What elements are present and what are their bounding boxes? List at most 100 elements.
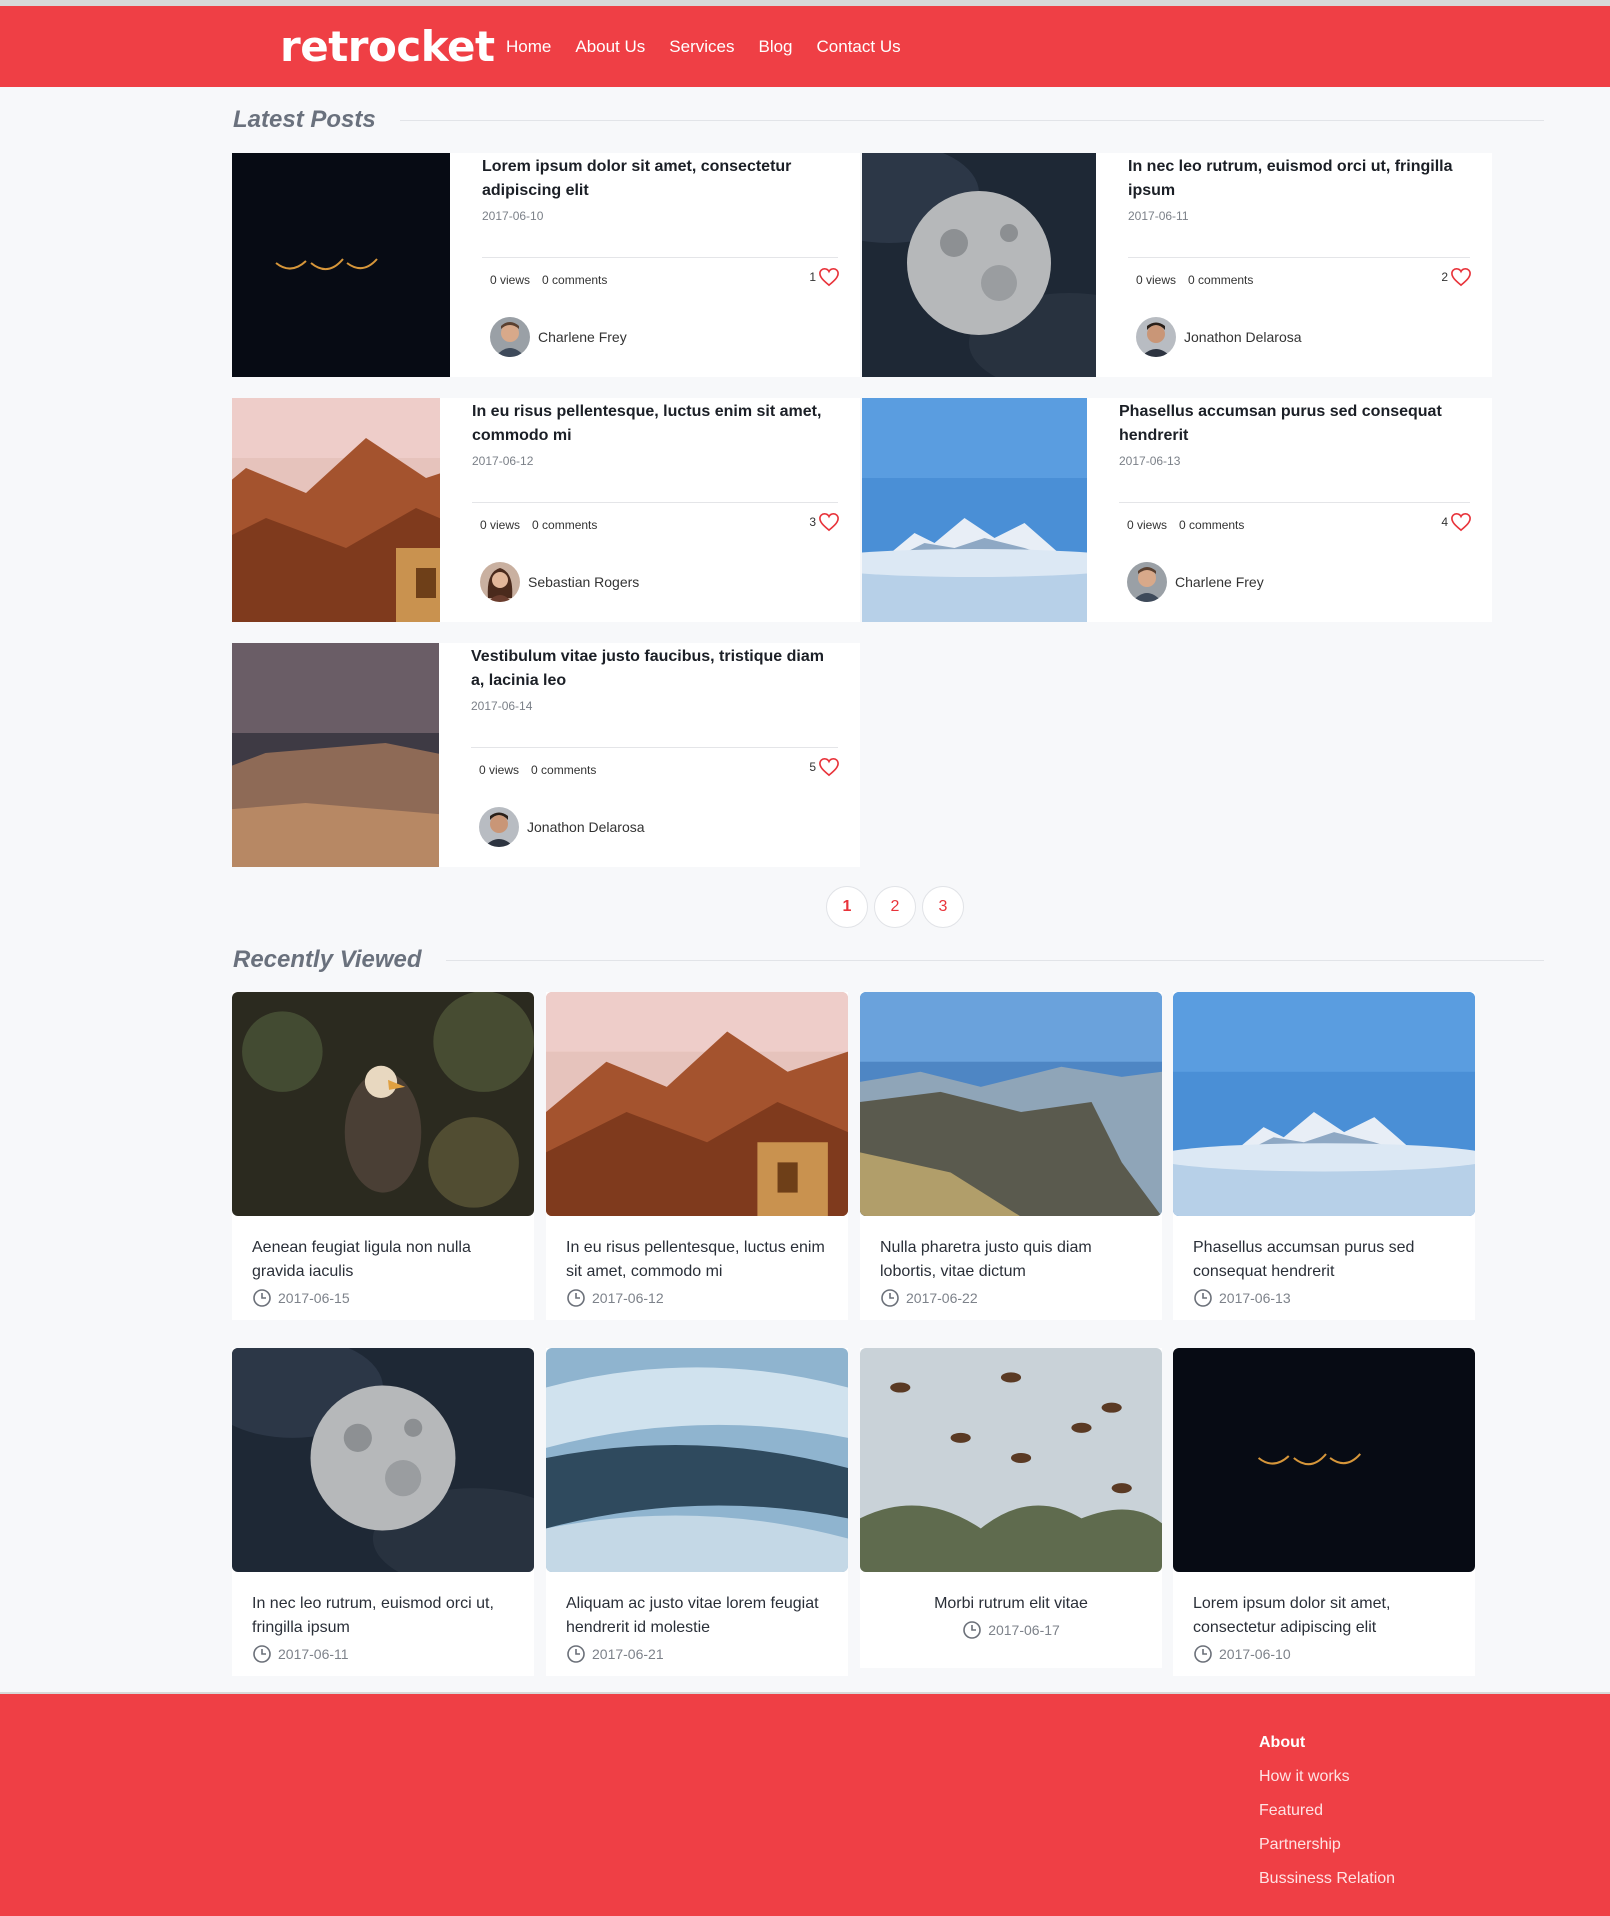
recent-image[interactable] <box>232 1348 534 1572</box>
nav-services[interactable]: Services <box>669 37 734 57</box>
post-title[interactable]: In nec leo rutrum, euismod orci ut, frin… <box>1128 155 1470 203</box>
nav-home[interactable]: Home <box>506 37 551 57</box>
clock-icon <box>566 1288 586 1308</box>
recent-title[interactable]: Nulla pharetra justo quis diam lobortis,… <box>860 1216 1162 1284</box>
post-card[interactable]: In nec leo rutrum, euismod orci ut, frin… <box>862 153 1492 377</box>
recent-date: 2017-06-15 <box>232 1284 534 1320</box>
recent-title[interactable]: Morbi rutrum elit vitae <box>860 1572 1162 1616</box>
like-count: 4 <box>1441 515 1448 529</box>
footer-link-how-it-works[interactable]: How it works <box>1259 1768 1395 1786</box>
post-image[interactable] <box>232 153 450 377</box>
post-image[interactable] <box>862 398 1087 622</box>
footer-link-business-relation[interactable]: Bussiness Relation <box>1259 1870 1395 1888</box>
recent-title[interactable]: In eu risus pellentesque, luctus enim si… <box>546 1216 848 1284</box>
recent-card[interactable]: Aliquam ac justo vitae lorem feugiat hen… <box>546 1348 848 1676</box>
post-comments: 0 comments <box>542 273 608 287</box>
site-footer: About How it works Featured Partnership … <box>0 1692 1610 1916</box>
recent-image[interactable] <box>860 992 1162 1216</box>
recent-date-text: 2017-06-22 <box>906 1290 978 1306</box>
recent-card[interactable]: Nulla pharetra justo quis diam lobortis,… <box>860 992 1162 1320</box>
recent-image[interactable] <box>546 1348 848 1572</box>
footer-link-partnership[interactable]: Partnership <box>1259 1836 1395 1854</box>
nav-contact-us[interactable]: Contact Us <box>817 37 901 57</box>
post-card[interactable]: Lorem ipsum dolor sit amet, consectetur … <box>232 153 860 377</box>
post-views: 0 views <box>490 273 531 287</box>
nav-about-us[interactable]: About Us <box>575 37 645 57</box>
heart-icon[interactable] <box>1450 512 1472 532</box>
avatar <box>1136 317 1176 357</box>
avatar <box>480 562 520 602</box>
post-views: 0 views <box>480 518 521 532</box>
avatar <box>479 807 519 847</box>
post-title[interactable]: Phasellus accumsan purus sed consequat h… <box>1119 400 1470 448</box>
recent-image[interactable] <box>546 992 848 1216</box>
logo[interactable]: retrocket <box>280 22 495 71</box>
like-button[interactable]: 5 <box>809 757 840 777</box>
post-author[interactable]: Charlene Frey <box>1127 562 1264 602</box>
post-image[interactable] <box>232 398 440 622</box>
page-1-button[interactable]: 1 <box>826 886 868 928</box>
recent-card[interactable]: Phasellus accumsan purus sed consequat h… <box>1173 992 1475 1320</box>
post-comments: 0 comments <box>1179 518 1245 532</box>
like-count: 1 <box>809 270 816 284</box>
recent-date-text: 2017-06-17 <box>988 1622 1060 1638</box>
author-name[interactable]: Jonathon Delarosa <box>1184 329 1302 345</box>
recent-card[interactable]: In eu risus pellentesque, luctus enim si… <box>546 992 848 1320</box>
heart-icon[interactable] <box>818 267 840 287</box>
recent-image[interactable] <box>232 992 534 1216</box>
recent-image[interactable] <box>1173 992 1475 1216</box>
recent-date-text: 2017-06-11 <box>278 1646 349 1662</box>
heart-icon[interactable] <box>818 512 840 532</box>
post-title[interactable]: Vestibulum vitae justo faucibus, tristiq… <box>471 645 838 693</box>
recent-title[interactable]: Aenean feugiat ligula non nulla gravida … <box>232 1216 534 1284</box>
post-image[interactable] <box>862 153 1096 377</box>
recent-card[interactable]: Aenean feugiat ligula non nulla gravida … <box>232 992 534 1320</box>
post-author[interactable]: Jonathon Delarosa <box>479 807 645 847</box>
author-name[interactable]: Sebastian Rogers <box>528 574 639 590</box>
footer-link-featured[interactable]: Featured <box>1259 1802 1395 1820</box>
author-name[interactable]: Jonathon Delarosa <box>527 819 645 835</box>
recent-image[interactable] <box>860 1348 1162 1572</box>
post-date: 2017-06-11 <box>1128 209 1189 223</box>
post-card[interactable]: In eu risus pellentesque, luctus enim si… <box>232 398 860 622</box>
post-meta: 0 views 0 comments <box>1127 518 1244 532</box>
post-author[interactable]: Jonathon Delarosa <box>1136 317 1302 357</box>
heart-icon[interactable] <box>1450 267 1472 287</box>
recent-card[interactable]: Lorem ipsum dolor sit amet, consectetur … <box>1173 1348 1475 1676</box>
post-divider <box>1128 257 1470 258</box>
post-image[interactable] <box>232 643 439 867</box>
post-card[interactable]: Phasellus accumsan purus sed consequat h… <box>862 398 1492 622</box>
page-3-button[interactable]: 3 <box>922 886 964 928</box>
like-button[interactable]: 2 <box>1441 267 1472 287</box>
clock-icon <box>962 1620 982 1640</box>
recent-image[interactable] <box>1173 1348 1475 1572</box>
like-button[interactable]: 4 <box>1441 512 1472 532</box>
like-button[interactable]: 3 <box>809 512 840 532</box>
recent-date: 2017-06-11 <box>232 1640 534 1676</box>
page-2-button[interactable]: 2 <box>874 886 916 928</box>
recent-date: 2017-06-17 <box>860 1616 1162 1652</box>
recent-title[interactable]: Phasellus accumsan purus sed consequat h… <box>1173 1216 1475 1284</box>
recent-title[interactable]: Aliquam ac justo vitae lorem feugiat hen… <box>546 1572 848 1640</box>
post-card[interactable]: Vestibulum vitae justo faucibus, tristiq… <box>232 643 860 867</box>
like-count: 5 <box>809 760 816 774</box>
recent-title[interactable]: In nec leo rutrum, euismod orci ut, frin… <box>232 1572 534 1640</box>
nav-blog[interactable]: Blog <box>758 37 792 57</box>
like-button[interactable]: 1 <box>809 267 840 287</box>
post-author[interactable]: Charlene Frey <box>490 317 627 357</box>
section-divider <box>446 960 1544 961</box>
post-date: 2017-06-14 <box>471 699 533 713</box>
post-title[interactable]: Lorem ipsum dolor sit amet, consectetur … <box>482 155 838 203</box>
post-author[interactable]: Sebastian Rogers <box>480 562 639 602</box>
recent-card[interactable]: In nec leo rutrum, euismod orci ut, frin… <box>232 1348 534 1676</box>
recent-date: 2017-06-10 <box>1173 1640 1475 1676</box>
post-title[interactable]: In eu risus pellentesque, luctus enim si… <box>472 400 838 448</box>
post-views: 0 views <box>479 763 520 777</box>
recent-title[interactable]: Lorem ipsum dolor sit amet, consectetur … <box>1173 1572 1475 1640</box>
author-name[interactable]: Charlene Frey <box>538 329 627 345</box>
author-name[interactable]: Charlene Frey <box>1175 574 1264 590</box>
post-divider <box>482 257 838 258</box>
recent-card[interactable]: Morbi rutrum elit vitae 2017-06-17 <box>860 1348 1162 1668</box>
recent-date: 2017-06-22 <box>860 1284 1162 1320</box>
heart-icon[interactable] <box>818 757 840 777</box>
